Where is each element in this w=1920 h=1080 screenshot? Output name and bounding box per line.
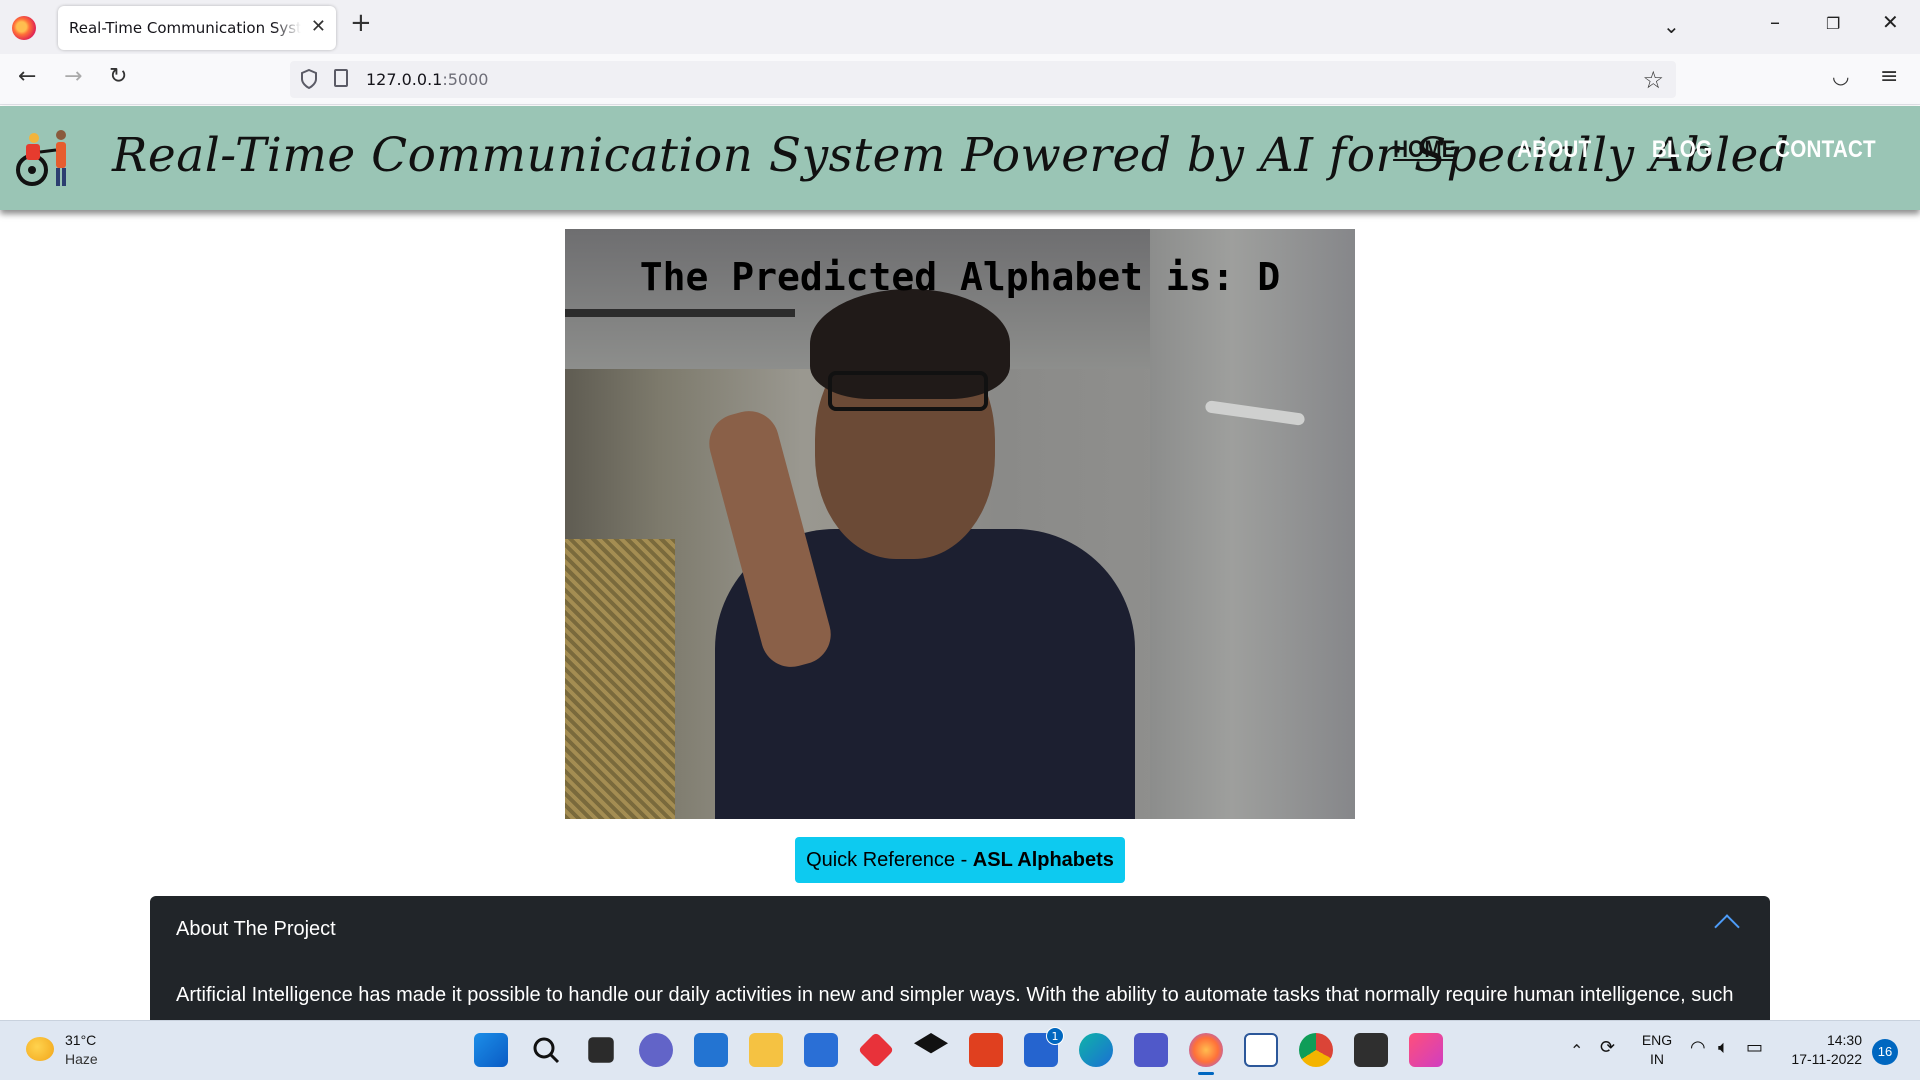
notification-badge[interactable]: 16 [1872, 1039, 1898, 1065]
sync-icon[interactable]: ⟳ [1600, 1039, 1615, 1057]
battery-icon[interactable]: ▭ [1746, 1039, 1763, 1057]
todo-icon[interactable]: 1 [1024, 1027, 1064, 1067]
clock[interactable]: 14:30 17-11-2022 [1782, 1031, 1862, 1069]
wheelchair-logo-icon [16, 130, 66, 186]
tab-title: Real-Time Communication System Powered b… [69, 19, 301, 37]
red-app-icon[interactable] [857, 1031, 895, 1069]
star-icon[interactable]: ☆ [1642, 66, 1664, 94]
microsoft-store-icon[interactable] [804, 1033, 838, 1067]
firefox-icon[interactable] [12, 16, 36, 40]
nav-blog[interactable]: BLOG [1652, 136, 1712, 164]
nav-about[interactable]: ABOUT [1517, 136, 1591, 164]
chevron-up-icon[interactable] [1714, 914, 1740, 940]
firefox-taskbar-icon[interactable] [1189, 1033, 1223, 1075]
page-icon [334, 69, 348, 87]
nav-contact[interactable]: CONTACT [1775, 136, 1876, 164]
search-icon[interactable] [529, 1033, 563, 1067]
weather-desc[interactable]: Haze [65, 1051, 98, 1067]
volume-icon[interactable]: 🔈︎ [1718, 1039, 1729, 1057]
browser-tab[interactable]: Real-Time Communication System Powered b… [58, 6, 336, 50]
accordion-header[interactable]: About The Project [176, 918, 336, 941]
todo-badge: 1 [1046, 1027, 1064, 1045]
file-explorer-icon[interactable] [749, 1033, 783, 1067]
asl-reference-button[interactable]: Quick Reference - ASL Alphabets [795, 837, 1125, 883]
close-icon[interactable]: ✕ [311, 16, 326, 37]
reload-icon[interactable]: ↻ [109, 66, 127, 88]
about-accordion: About The Project Artificial Intelligenc… [150, 896, 1770, 1020]
chevron-down-icon[interactable]: ⌄ [1663, 16, 1680, 36]
task-view-icon[interactable] [588, 1037, 614, 1063]
taskbar-apps: 1 [474, 1027, 1443, 1075]
forward-icon[interactable]: → [64, 66, 82, 88]
edge-icon[interactable] [1079, 1033, 1113, 1067]
taskbar: 31°C Haze 1 ⌃ ⟳ ENG IN ◠ 🔈︎ ▭ 14:30 17-11-… [0, 1020, 1920, 1080]
word-icon[interactable] [1244, 1033, 1278, 1067]
shield-icon[interactable] [300, 69, 318, 89]
wifi-icon[interactable]: ◠ [1690, 1039, 1706, 1057]
windows-start-icon[interactable] [474, 1033, 508, 1067]
language-indicator[interactable]: ENG IN [1640, 1031, 1674, 1069]
chevron-up-tray-icon[interactable]: ⌃ [1570, 1041, 1583, 1060]
terminal-icon[interactable] [1354, 1033, 1388, 1067]
accordion-body: Artificial Intelligence has made it poss… [176, 984, 1734, 1006]
url-text[interactable]: 127.0.0.1:5000 [366, 70, 488, 89]
dropbox-icon[interactable] [914, 1033, 948, 1054]
mail-icon[interactable] [694, 1033, 728, 1067]
site-nav: HOME ABOUT BLOG CONTACT [1388, 136, 1884, 164]
webcam-feed: The Predicted Alphabet is: D [565, 229, 1355, 819]
office-icon[interactable] [969, 1033, 1003, 1067]
browser-navbar: ← → ↻ 127.0.0.1:5000 ☆ ◡ ≡ [0, 54, 1920, 105]
weather-icon[interactable] [26, 1037, 54, 1061]
browser-tab-strip: Real-Time Communication System Powered b… [0, 0, 1920, 54]
back-icon[interactable]: ← [18, 66, 36, 88]
chrome-icon[interactable] [1299, 1033, 1333, 1067]
creative-cloud-icon[interactable] [1409, 1033, 1443, 1067]
weather-temp[interactable]: 31°C [65, 1032, 96, 1048]
pocket-icon[interactable]: ◡ [1832, 66, 1849, 86]
url-bar[interactable]: 127.0.0.1:5000 ☆ [290, 61, 1676, 98]
close-window-icon[interactable]: ✕ [1882, 12, 1899, 32]
teams-icon[interactable] [1134, 1033, 1168, 1067]
nav-home[interactable]: HOME [1393, 136, 1456, 164]
site-header: Real-Time Communication System Powered b… [0, 106, 1920, 210]
prediction-caption: The Predicted Alphabet is: D [639, 255, 1281, 299]
restore-icon[interactable]: ❐ [1826, 16, 1840, 32]
menu-icon[interactable]: ≡ [1880, 66, 1898, 88]
plus-icon[interactable]: + [350, 10, 372, 36]
minimize-icon[interactable]: – [1770, 12, 1780, 32]
chat-icon[interactable] [639, 1033, 673, 1067]
